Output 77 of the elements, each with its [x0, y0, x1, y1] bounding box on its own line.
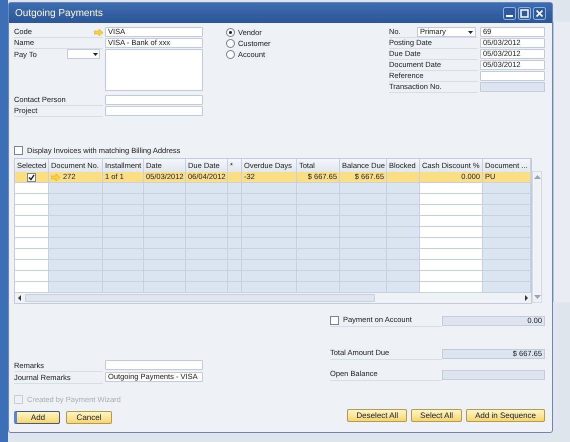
table-cell [420, 205, 483, 216]
horizontal-scrollbar[interactable] [15, 293, 531, 303]
checkbox[interactable] [27, 172, 36, 182]
scroll-up-icon[interactable] [534, 174, 540, 179]
table-cell [242, 183, 297, 194]
table-cell [228, 172, 242, 183]
action-button[interactable]: Add in Sequence [466, 409, 545, 422]
table-cell [228, 183, 242, 194]
table-cell [297, 282, 340, 293]
caret-icon [468, 30, 473, 34]
caret-icon [93, 52, 98, 56]
table-cell [420, 271, 483, 282]
table-cell [144, 183, 186, 194]
table-cell [340, 183, 387, 194]
table-cell [420, 183, 483, 194]
table-cell [49, 238, 103, 249]
table-cell [420, 194, 483, 205]
table-cell [144, 282, 186, 293]
input-field[interactable] [105, 106, 203, 116]
table-cell [49, 183, 103, 194]
table-cell [49, 216, 103, 227]
table-cell [49, 249, 103, 260]
table-cell [420, 216, 483, 227]
table-cell [387, 216, 420, 227]
table-cell [420, 249, 483, 260]
minimize-icon[interactable] [503, 6, 516, 20]
table-cell [387, 260, 420, 271]
table-cell [387, 238, 420, 249]
table-cell [387, 205, 420, 216]
table-cell [103, 183, 144, 194]
table-cell [49, 194, 103, 205]
table-cell [387, 183, 420, 194]
input-field[interactable] [105, 95, 203, 105]
arrow-icon[interactable] [51, 174, 60, 180]
close-icon[interactable] [533, 6, 546, 20]
table-cell [297, 183, 340, 194]
arrow-icon[interactable] [94, 28, 103, 36]
input-field[interactable] [105, 360, 203, 370]
radio-button[interactable] [226, 28, 235, 37]
table-cell [186, 183, 228, 194]
table-cell [228, 282, 242, 293]
table-cell [186, 282, 228, 293]
vertical-scrollbar[interactable] [532, 171, 542, 303]
table-cell [420, 260, 483, 271]
table-cell [103, 282, 144, 293]
action-button[interactable]: Cancel [66, 411, 112, 424]
input-field[interactable] [480, 71, 545, 81]
table-cell [49, 271, 103, 282]
checkbox[interactable] [14, 146, 23, 155]
table-cell [49, 205, 103, 216]
input-field[interactable] [480, 82, 545, 92]
table-cell [420, 227, 483, 238]
table-cell [387, 249, 420, 260]
table-cell [340, 282, 387, 293]
address-field[interactable] [105, 49, 203, 91]
action-button[interactable]: Add [14, 411, 60, 424]
table-cell [387, 194, 420, 205]
table-cell [49, 260, 103, 271]
scrollbar-thumb[interactable] [25, 294, 375, 302]
table-cell [387, 227, 420, 238]
radio-button[interactable] [226, 50, 235, 59]
table-cell [242, 282, 297, 293]
window-title: Outgoing Payments [15, 6, 103, 20]
table-cell [387, 271, 420, 282]
table-cell [387, 172, 420, 183]
table-cell [49, 282, 103, 293]
action-button[interactable]: Deselect All [347, 409, 408, 422]
action-button[interactable]: Select All [411, 409, 462, 422]
dropdown[interactable] [67, 49, 100, 59]
table-cell [49, 227, 103, 238]
table-cell [420, 282, 483, 293]
table-cell [387, 282, 420, 293]
radio-button[interactable] [226, 39, 235, 48]
maximize-icon[interactable] [518, 6, 531, 20]
scroll-down-icon[interactable] [534, 295, 540, 300]
table-cell [420, 238, 483, 249]
checkbox[interactable] [330, 316, 339, 324]
